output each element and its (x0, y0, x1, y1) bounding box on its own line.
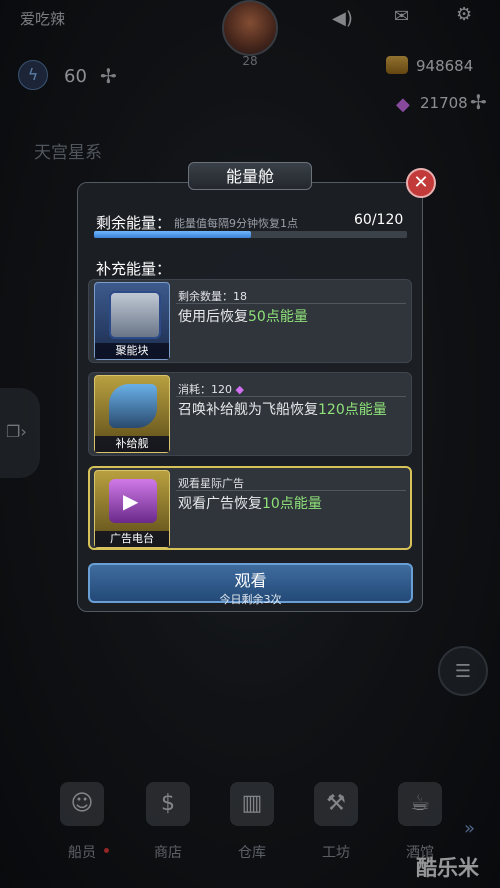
divider (176, 303, 406, 304)
item-info: 消耗：120 ◆ (178, 383, 244, 396)
supplement-energy-label: 补充能量： (96, 260, 172, 278)
close-icon: ✕ (413, 172, 429, 193)
ad-radio-icon: ▶ (109, 479, 157, 523)
divider (176, 490, 406, 491)
thumb-label: 聚能块 (95, 343, 169, 359)
item-desc: 召唤补给舰为飞船恢复120点能量 (178, 402, 387, 418)
energy-progress-fill (94, 231, 251, 238)
item-info: 观看星际广告 (178, 477, 244, 490)
supply-ship-icon (109, 384, 157, 428)
divider (176, 396, 406, 397)
item-desc: 使用后恢复50点能量 (178, 309, 308, 325)
remaining-times-label: 今日剩余3次 (219, 593, 282, 606)
remaining-energy-label: 剩余能量： (96, 214, 172, 232)
item-info: 剩余数量：18 (178, 290, 247, 303)
supply-ship-thumb: 补给舰 (94, 375, 170, 453)
modal-title: 能量舱 (188, 162, 312, 190)
energy-block-icon (109, 291, 161, 339)
thumb-label: 补给舰 (95, 436, 169, 452)
close-button[interactable]: ✕ (406, 168, 436, 198)
energy-recovery-hint: 能量值每隔9分钟恢复1点 (174, 217, 298, 230)
item-desc: 观看广告恢复10点能量 (178, 496, 322, 512)
watch-button-label: 观看 (234, 571, 267, 590)
thumb-label: 广告电台 (95, 531, 169, 547)
watch-ad-button[interactable]: 观看 今日剩余3次 (88, 563, 413, 606)
play-icon: ▶ (123, 489, 139, 513)
energy-progress-bar (94, 231, 407, 238)
ad-radio-thumb: ▶ 广告电台 (94, 470, 170, 548)
remaining-energy-value: 60/120 (354, 212, 404, 228)
energy-block-thumb: 聚能块 (94, 282, 170, 360)
gem-icon: ◆ (235, 383, 244, 396)
